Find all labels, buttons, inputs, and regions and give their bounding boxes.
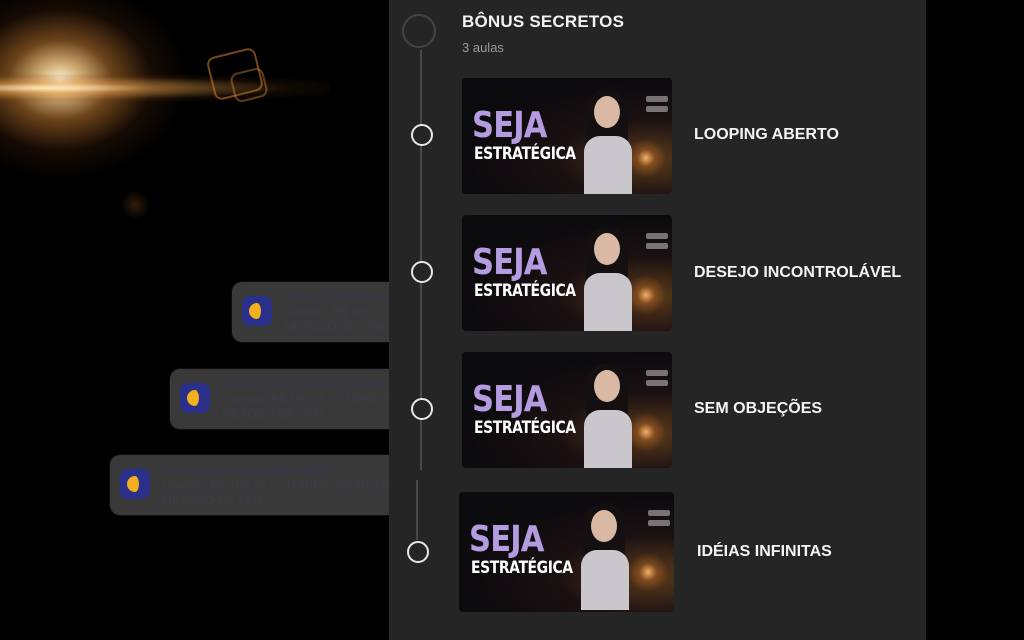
thumbnail-subheadline: ESTRATÉGICA [474,281,576,301]
lesson-status-circle[interactable] [411,398,433,420]
thumbnail-subheadline: ESTRATÉGICA [474,418,576,438]
notification-title: Venda Confirmada #58512864 [162,463,331,477]
presenter-image [580,364,636,468]
timeline-line [416,480,418,540]
notification-title: Venda Confirmada [284,290,390,304]
module-progress-circle [402,14,436,48]
notification-line: METODO DE VEN [162,493,263,507]
lens-flare-streak [0,74,330,102]
thumbnail-subheadline: ESTRATÉGICA [474,144,576,164]
lesson-status-circle[interactable] [411,261,433,283]
thumbnail-headline: SEJA [472,242,547,283]
presenter-image [580,227,636,331]
thumbnail-headline: SEJA [469,519,544,560]
thumbnail-headline: SEJA [472,379,547,420]
lesson-title[interactable]: DESEJO INCONTROLÁVEL [694,264,901,282]
notification-title: Venda Confirmada #5851286 [222,377,385,391]
sale-notification: Venda Confirmada #58512864 Ganhos: R$ 10… [110,455,400,515]
lesson-status-circle[interactable] [407,541,429,563]
thumbnail-subheadline: ESTRATÉGICA [471,558,573,578]
notification-line: METODO DE VEN [222,407,323,421]
lesson-title[interactable]: SEM OBJEÇÕES [694,400,822,418]
lesson-thumbnail[interactable]: SEJA ESTRATÉGICA [462,352,672,468]
presenter-image [577,504,633,610]
presenter-image [580,90,636,194]
sale-notification: Venda Confirmada #5851286 Ganhos: R$ 100… [170,369,410,429]
payment-app-icon [120,469,150,499]
notification-line: METODO DE VEN [284,320,385,334]
lesson-thumbnail[interactable]: SEJA ESTRATÉGICA [462,78,672,194]
lens-flare-dot [120,190,150,220]
module-lesson-count: 3 aulas [462,40,504,55]
module-title[interactable]: BÔNUS SECRETOS [462,12,624,32]
lesson-status-circle[interactable] [411,124,433,146]
lesson-thumbnail[interactable]: SEJA ESTRATÉGICA [462,215,672,331]
lesson-title[interactable]: LOOPING ABERTO [694,126,839,144]
thumbnail-headline: SEJA [472,105,547,146]
payment-app-icon [180,383,210,413]
notification-line: Ganhos: R$ 100,76 - STORIES SECRETO, [162,478,394,492]
notification-line: Ganhos: R$ 100,76 [284,305,389,319]
notification-line: Ganhos: R$ 100,76 - STORIES [222,392,390,406]
lesson-title[interactable]: IDÉIAS INFINITAS [697,543,832,561]
payment-app-icon [242,296,272,326]
lesson-thumbnail[interactable]: SEJA ESTRATÉGICA [459,492,674,612]
